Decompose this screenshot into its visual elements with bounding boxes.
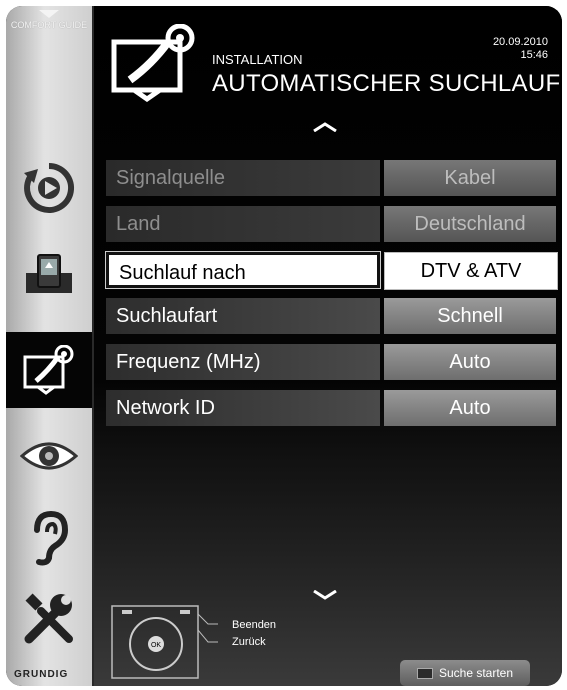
menu-row-value[interactable]: Kabel <box>384 160 556 196</box>
menu-row-value[interactable]: DTV & ATV <box>384 252 558 290</box>
legend-exit: Beenden <box>232 619 277 631</box>
sidebar-item-installation[interactable] <box>6 332 92 408</box>
menu-row-suchlauf-nach[interactable]: Suchlauf nach DTV & ATV <box>106 252 558 290</box>
menu-row-value[interactable]: Auto <box>384 390 556 426</box>
menu-row-label: Suchlauf nach <box>106 252 380 288</box>
menu-row-signalquelle[interactable]: Signalquelle Kabel <box>106 160 556 196</box>
time-text: 15:46 <box>520 49 548 61</box>
tools-icon <box>24 593 73 644</box>
start-search-button[interactable]: Suche starten <box>400 660 530 686</box>
menu-row-network-id[interactable]: Network ID Auto <box>106 390 556 426</box>
scroll-down-icon[interactable] <box>312 590 338 600</box>
date-text: 20.09.2010 <box>492 36 548 48</box>
menu-row-label: Suchlaufart <box>106 298 380 334</box>
brand-logo: GRUNDIG <box>14 669 69 680</box>
page-title: AUTOMATISCHER SUCHLAUF <box>212 70 561 97</box>
start-search-label: Suche starten <box>438 666 514 680</box>
menu-row-value[interactable]: Deutschland <box>384 206 556 242</box>
header-installation-icon <box>106 23 202 107</box>
sidebar-item-source[interactable] <box>6 148 92 228</box>
section-label: INSTALLATION <box>212 52 303 67</box>
sidebar-item-sound[interactable] <box>6 500 92 576</box>
datetime: 20.09.2010 15:46 <box>493 36 548 62</box>
sidebar: COMFORT GUIDE GRUNDIG <box>6 6 94 686</box>
menu-row-label: Network ID <box>106 390 380 426</box>
menu-row-land[interactable]: Land Deutschland <box>106 206 556 242</box>
source-icon <box>24 163 75 213</box>
eye-icon <box>20 442 78 470</box>
sidebar-item-settings[interactable] <box>6 584 92 654</box>
tv-menu-frame: COMFORT GUIDE GRUNDIG INSTALLATION AUTOM… <box>6 6 562 686</box>
sidebar-item-media[interactable] <box>6 238 92 310</box>
sidebar-item-picture[interactable] <box>6 420 92 492</box>
menu-row-label: Signalquelle <box>106 160 380 196</box>
remote-control-icon: OK <box>111 605 218 679</box>
menu-row-label: Land <box>106 206 380 242</box>
installation-icon <box>23 345 74 395</box>
menu-row-frequenz[interactable]: Frequenz (MHz) Auto <box>106 344 556 380</box>
menu-row-value[interactable]: Auto <box>384 344 556 380</box>
ear-icon <box>34 510 69 566</box>
menu-row-value[interactable]: Schnell <box>384 298 556 334</box>
menu-row-label: Frequenz (MHz) <box>106 344 380 380</box>
comfort-guide-label[interactable]: COMFORT GUIDE <box>6 10 92 30</box>
menu-row-suchlaufart[interactable]: Suchlaufart Schnell <box>106 298 556 334</box>
main-panel: INSTALLATION AUTOMATISCHER SUCHLAUF 20.0… <box>94 6 562 686</box>
chevron-down-icon <box>39 10 59 18</box>
scroll-up-icon[interactable] <box>312 122 338 132</box>
media-icon <box>26 254 72 293</box>
legend-back: Zurück <box>232 636 266 648</box>
red-key-icon <box>416 667 433 679</box>
remote-ok-label: OK <box>151 642 161 649</box>
